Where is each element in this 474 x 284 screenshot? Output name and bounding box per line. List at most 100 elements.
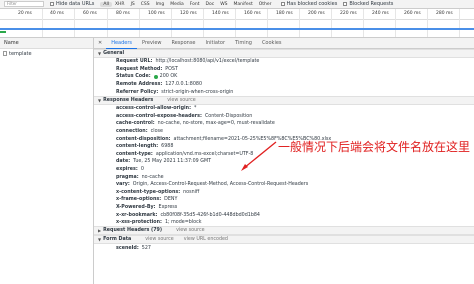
response-header-key: x-xss-protection:: [116, 220, 162, 226]
tab-response[interactable]: Response: [166, 38, 200, 49]
file-icon: [3, 51, 7, 56]
gridline: [459, 9, 460, 37]
checkbox-box[interactable]: [50, 2, 54, 6]
response-headers-list: access-control-allow-origin: * access-cont…: [94, 105, 474, 227]
response-header-row: access-control-expose-headers: Content-Di…: [94, 113, 474, 121]
gridline: [395, 9, 396, 37]
response-header-row: x-content-type-options: nosniff: [94, 189, 474, 197]
filter-type-other[interactable]: Other: [256, 2, 275, 7]
response-header-row: x-frame-options: DENY: [94, 196, 474, 204]
response-header-value: 0: [140, 167, 144, 173]
tab-cookies[interactable]: Cookies: [257, 38, 287, 49]
timeline-tick: 240 ms: [372, 11, 389, 16]
status-code-value: 200 OK: [159, 74, 178, 80]
annotation-arrow-icon: [241, 141, 277, 171]
general-section: ▼ General Request URL: http://localhost:8…: [94, 49, 474, 96]
response-header-key: expires:: [116, 167, 138, 173]
remote-address-row: Remote Address: 127.0.0.1:8080: [94, 81, 474, 89]
filter-type-font[interactable]: Font: [187, 2, 203, 7]
response-header-value: *: [193, 106, 197, 112]
response-header-key: content-type:: [116, 151, 153, 157]
referrer-policy-key: Referrer Policy:: [116, 89, 159, 95]
filter-type-xhr[interactable]: XHR: [112, 2, 128, 7]
timeline-overview[interactable]: [0, 9, 474, 38]
gridline: [139, 9, 140, 37]
filter-type-img[interactable]: Img: [153, 2, 168, 7]
triangle-down-icon: ▼: [98, 51, 102, 56]
annotation-text: 一般情况下后端会将文件名放在这里: [278, 140, 471, 154]
filter-type-css[interactable]: CSS: [138, 2, 153, 7]
response-header-value: Content-Disposition: [204, 113, 253, 119]
timeline-tick: 160 ms: [244, 11, 261, 16]
checkbox-box[interactable]: [280, 2, 285, 6]
triangle-right-icon: ▶: [98, 228, 102, 234]
response-header-key: x-xr-bookmark:: [116, 212, 158, 218]
filter-input[interactable]: Filter: [4, 1, 44, 7]
response-header-key: content-length:: [116, 144, 159, 150]
timeline-tick: 220 ms: [340, 11, 357, 16]
status-code-key: Status Code:: [116, 74, 151, 80]
timeline-tick: 40 ms: [50, 11, 64, 16]
form-data-value: 527: [141, 245, 151, 251]
view-source-link[interactable]: view source: [145, 237, 174, 242]
filter-type-ws[interactable]: WS: [217, 2, 230, 7]
view-url-encoded-link[interactable]: view URL encoded: [184, 237, 228, 242]
tab-initiator[interactable]: Initiator: [201, 38, 231, 49]
close-icon[interactable]: ✕: [98, 40, 102, 46]
filter-type-media[interactable]: Media: [167, 2, 187, 7]
referrer-policy-row: Referrer Policy: strict-origin-when-cross…: [94, 88, 474, 96]
response-header-row: cache-control: no-cache, no-store, max-ag…: [94, 120, 474, 128]
general-section-header[interactable]: ▼ General: [94, 49, 474, 58]
timeline-tick: 200 ms: [308, 11, 325, 16]
gridline: [42, 9, 43, 37]
filter-type-manifest[interactable]: Manifest: [231, 2, 256, 7]
response-header-row: x-xr-bookmark: cb80f08f-35d5-426f-b1d0-44…: [94, 211, 474, 219]
request-headers-section: ▶ Request Headers (79) view source: [94, 226, 474, 236]
request-row[interactable]: template: [0, 49, 93, 58]
response-headers-header[interactable]: ▼ Response Headers view source: [94, 95, 474, 105]
timeline-ruler: 20 ms 40 ms 60 ms 80 ms 100 ms 120 ms 14…: [0, 9, 474, 20]
request-details: ✕ Headers Preview Response Initiator Tim…: [94, 38, 474, 284]
response-header-row: connection: close: [94, 128, 474, 136]
blocked-requests-checkbox[interactable]: Blocked Requests: [343, 1, 393, 7]
gridline: [203, 9, 204, 37]
response-header-value: Tue, 25 May 2021 11:37:09 GMT: [133, 159, 212, 165]
timeline-tick: 80 ms: [116, 11, 130, 16]
request-headers-title: Request Headers (79): [103, 228, 163, 234]
has-blocked-cookies-label: Has blocked cookies: [286, 1, 338, 7]
has-blocked-cookies-checkbox[interactable]: Has blocked cookies: [280, 1, 338, 7]
tab-headers[interactable]: Headers: [106, 38, 138, 49]
hide-data-urls-checkbox[interactable]: Hide data URLs: [50, 1, 94, 7]
form-data-header[interactable]: ▼ Form Data view source view URL encoded: [94, 235, 474, 245]
response-header-value: no-cache, no-store, max-age=0, must-reva…: [157, 121, 275, 127]
timeline-tick: 20 ms: [18, 11, 32, 16]
form-data-row: sceneId: 527: [94, 244, 474, 252]
tab-timing[interactable]: Timing: [230, 38, 257, 49]
filter-type-all[interactable]: All: [100, 1, 112, 7]
request-list: Name template: [0, 38, 94, 284]
filter-type-doc[interactable]: Doc: [203, 2, 218, 7]
response-header-value: nosniff: [183, 189, 200, 195]
tab-preview[interactable]: Preview: [137, 38, 166, 49]
response-header-value: 1; mode=block: [164, 220, 202, 226]
timeline-tick: 60 ms: [83, 11, 97, 16]
checkbox-box[interactable]: [343, 2, 348, 6]
status-code-row: Status Code: 200 OK: [94, 73, 474, 81]
gridline: [299, 9, 300, 37]
view-source-link[interactable]: view source: [167, 98, 196, 103]
gridline: [74, 9, 75, 37]
response-header-key: pragma:: [116, 174, 139, 180]
response-header-row: date: Tue, 25 May 2021 11:37:09 GMT: [94, 158, 474, 166]
filter-type-js[interactable]: JS: [128, 2, 138, 7]
view-source-link[interactable]: view source: [176, 228, 205, 233]
response-header-key: vary:: [116, 182, 130, 188]
response-header-key: X-Powered-By:: [116, 204, 156, 210]
response-header-key: cache-control:: [116, 121, 155, 127]
request-name: template: [9, 50, 32, 57]
response-header-row: vary: Origin, Access-Control-Request-Meth…: [94, 181, 474, 189]
referrer-policy-value: strict-origin-when-cross-origin: [161, 89, 234, 95]
name-column-header[interactable]: Name: [0, 38, 93, 49]
request-url-key: Request URL:: [116, 59, 153, 65]
request-headers-header[interactable]: ▶ Request Headers (79) view source: [94, 226, 474, 236]
triangle-down-icon: ▼: [98, 237, 102, 243]
